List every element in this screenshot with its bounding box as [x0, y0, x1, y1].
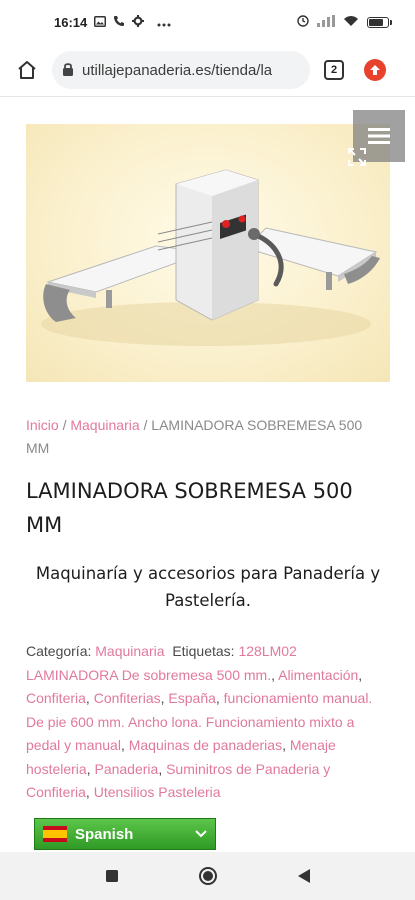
back-button[interactable]	[292, 864, 316, 888]
tag-separator: ,	[282, 737, 290, 753]
dough-sheeter-illustration	[41, 169, 380, 346]
breadcrumb-separator: /	[139, 417, 152, 433]
tag-link[interactable]: Alimentación	[278, 667, 358, 683]
product-meta: Categoría: Maquinaria Etiquetas: 128LM02…	[26, 640, 388, 822]
status-bar: 16:14	[0, 0, 415, 44]
tag-separator: ,	[215, 690, 224, 706]
system-nav-bar	[0, 852, 415, 900]
tag-link[interactable]: Utensilios Pasteleria	[94, 784, 221, 800]
home-nav-button[interactable]	[196, 864, 220, 888]
zoom-button[interactable]	[346, 146, 368, 168]
more-dots-icon	[157, 15, 171, 30]
tag-link[interactable]: Confiteria	[26, 690, 86, 706]
tag-separator: ,	[358, 666, 363, 683]
tag-separator: ,	[85, 690, 94, 706]
breadcrumb-separator: /	[58, 417, 71, 433]
image-icon	[94, 15, 107, 30]
lock-icon	[62, 61, 74, 80]
expand-icon	[348, 148, 366, 166]
home-icon	[18, 61, 36, 79]
tag-separator: ,	[120, 737, 129, 753]
url-bar[interactable]: utillajepanaderia.es/tienda/la	[52, 51, 310, 89]
chevron-down-icon	[195, 830, 207, 838]
tag-link[interactable]: Panaderia	[94, 761, 158, 777]
signal-icon	[317, 14, 335, 30]
alarm-icon	[297, 14, 309, 30]
hamburger-icon	[368, 128, 390, 144]
tab-switcher-button[interactable]: 2	[324, 60, 344, 80]
product-image[interactable]	[26, 124, 390, 382]
arrow-up-icon	[370, 65, 380, 75]
wifi-calling-icon	[113, 15, 125, 30]
category-label: Categoría:	[26, 643, 92, 659]
tag-link[interactable]: España	[168, 690, 215, 706]
language-label: Spanish	[75, 825, 134, 843]
toolbar-divider	[0, 96, 415, 97]
category-link[interactable]: Maquinaria	[95, 643, 164, 659]
language-selector[interactable]: Spanish	[34, 818, 216, 850]
triangle-back-icon	[297, 869, 310, 883]
battery-icon	[367, 16, 392, 28]
tag-list: 128LM02 LAMINADORA De sobremesa 500 mm.,…	[26, 643, 372, 800]
breadcrumb: Inicio / Maquinaria / LAMINADORA SOBREME…	[26, 414, 376, 460]
browser-toolbar: utillajepanaderia.es/tienda/la 2	[0, 44, 415, 96]
breadcrumb-home-link[interactable]: Inicio	[26, 417, 59, 433]
home-button[interactable]	[12, 55, 42, 85]
wifi-icon	[343, 15, 359, 30]
square-icon	[105, 870, 118, 882]
tag-separator: ,	[158, 760, 167, 777]
settings-icon	[132, 14, 145, 30]
url-text: utillajepanaderia.es/tienda/la	[82, 61, 273, 79]
circle-icon	[198, 867, 217, 885]
tags-label: Etiquetas:	[172, 643, 235, 659]
recents-button[interactable]	[100, 864, 124, 888]
product-title: LAMINADORA SOBREMESA 500 MM	[26, 479, 353, 537]
breadcrumb-category-link[interactable]: Maquinaria	[70, 417, 139, 433]
update-button[interactable]	[364, 59, 386, 81]
tag-link[interactable]: Maquinas de panaderias	[129, 737, 282, 753]
product-tagline: Maquinaría y accesorios para Panadería y…	[35, 564, 381, 610]
tag-link[interactable]: Confiterias	[94, 690, 161, 706]
tag-separator: ,	[85, 784, 94, 800]
status-time: 16:14	[54, 14, 88, 30]
spain-flag-icon	[43, 826, 67, 842]
